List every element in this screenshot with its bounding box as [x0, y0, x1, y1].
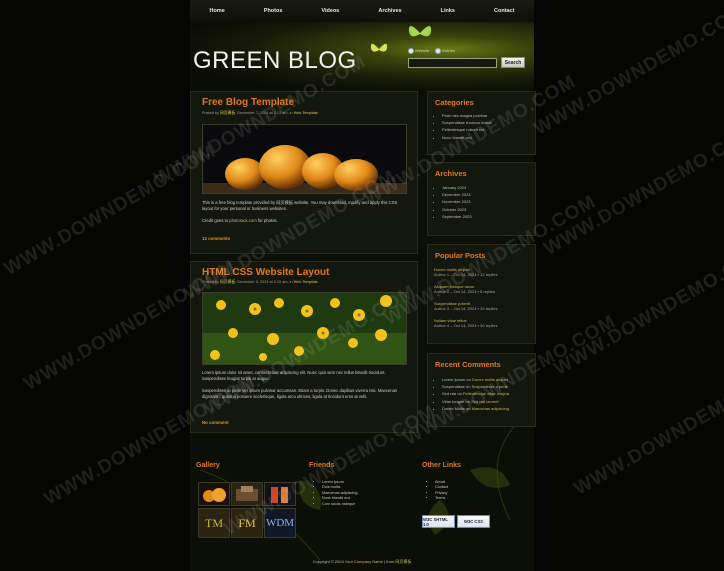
archive-item[interactable]: October 2023	[442, 206, 472, 213]
popular-post: Nullam vitae tellus Author 4 – Oct 14, 2…	[434, 318, 529, 328]
comment-icon: ▪	[477, 306, 480, 311]
popular-post: Suspendisse potenti Author 3 – Oct 14, 2…	[434, 301, 529, 311]
author-link[interactable]: 网页模板	[220, 111, 235, 115]
comment-icon: ▪	[477, 323, 480, 328]
comments-link[interactable]: 12 comments	[202, 236, 230, 241]
archives-list: January 2024 December 2023 November 2023…	[436, 184, 472, 220]
sidebar-title: Recent Comments	[435, 360, 501, 369]
archive-item[interactable]: December 2023	[442, 191, 472, 198]
search-button[interactable]: Search	[501, 57, 525, 68]
category-link[interactable]: Web Template	[294, 280, 318, 284]
w3c-css-badge[interactable]: W3C CSS	[457, 515, 490, 528]
butterfly-icon	[370, 43, 388, 52]
page-wrapper: Home Photos Videos Archives Links Contac…	[190, 0, 536, 571]
friend-link[interactable]: Cum sociis natoque	[322, 502, 357, 507]
comment-icon: ▪	[477, 289, 480, 294]
footer-other-links-title: Other Links	[422, 462, 461, 469]
butterfly-icon	[408, 25, 432, 37]
nav-home[interactable]: Home	[210, 8, 225, 14]
nav-videos[interactable]: Videos	[321, 8, 339, 14]
nav-links[interactable]: Links	[441, 8, 455, 14]
radio-icon	[408, 48, 414, 54]
sidebar-title: Categories	[435, 98, 474, 107]
sidebar-archives: Archives January 2024 December 2023 Nove…	[427, 162, 536, 236]
other-links-list: About Contact Privacy Terms	[430, 480, 448, 502]
nav-archives[interactable]: Archives	[378, 8, 401, 14]
search-input[interactable]	[408, 58, 497, 68]
archive-item[interactable]: November 2023	[442, 198, 472, 205]
copyright: Copyright © 2024 Your Company Name | fro…	[312, 559, 412, 564]
search-option-entries[interactable]: Entries	[435, 48, 455, 54]
company-link[interactable]: Your Company Name	[345, 559, 383, 564]
w3c-xhtml-badge[interactable]: W3C XHTML 1.0	[422, 515, 455, 528]
source-link[interactable]: 网页模板	[395, 559, 411, 564]
credit-link[interactable]: photorack.com	[229, 218, 256, 223]
footer-gallery-title: Gallery	[196, 462, 220, 469]
archive-item[interactable]: January 2024	[442, 184, 472, 191]
nav-photos[interactable]: Photos	[264, 8, 283, 14]
archive-item[interactable]: September 2023	[442, 213, 472, 220]
search-options: Website Entries	[408, 48, 455, 54]
nav-contact[interactable]: Contact	[494, 8, 514, 14]
category-item[interactable]: Proin nec magna pulvinar	[442, 112, 492, 119]
search-option-website[interactable]: Website	[408, 48, 429, 54]
other-link[interactable]: Terms	[435, 496, 448, 501]
top-nav: Home Photos Videos Archives Links Contac…	[190, 0, 534, 23]
gallery-thumb-fruit[interactable]	[198, 482, 230, 506]
radio-icon	[435, 48, 442, 54]
